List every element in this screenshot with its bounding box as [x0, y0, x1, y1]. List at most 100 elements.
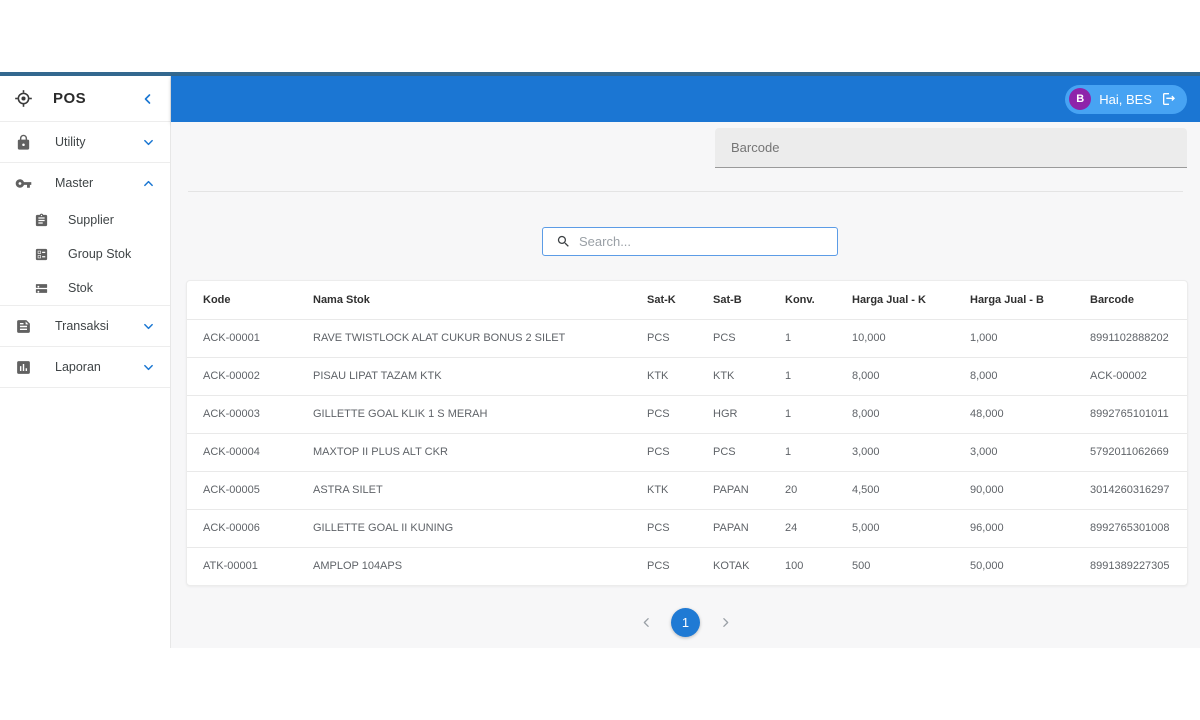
sidebar-nav: Utility Master Supplier Group Stok Stok …: [0, 122, 170, 388]
sidebar-item-laporan[interactable]: Laporan: [0, 347, 170, 387]
sidebar-item-group-stok[interactable]: Group Stok: [0, 237, 170, 271]
table-cell: KTK: [647, 370, 669, 382]
previous-page-button[interactable]: [637, 614, 655, 632]
table-cell: ACK-00006: [203, 522, 260, 534]
page-number-button[interactable]: 1: [671, 608, 700, 637]
table-cell: 500: [852, 560, 871, 573]
sidebar-item-label: Supplier: [68, 213, 114, 227]
divider: [0, 387, 170, 388]
stock-table: Kode Nama Stok Sat-K Sat-B Konv. Harga Jual -…: [187, 281, 1187, 585]
column-header: Harga Jual - K: [852, 293, 926, 306]
sidebar-item-label: Master: [55, 176, 94, 190]
barcode-input[interactable]: [715, 128, 1187, 168]
table-cell: 96,000: [970, 522, 1004, 534]
table-cell: ACK-00005: [203, 484, 260, 496]
table-cell: ACK-00002: [1090, 370, 1147, 382]
table-cell: 48,000: [970, 408, 1004, 420]
column-header: Nama Stok: [313, 293, 370, 306]
sidebar-item-transaksi[interactable]: Transaksi: [0, 306, 170, 346]
sidebar-header: POS: [0, 76, 170, 122]
user-greeting: Hai, BES: [1099, 91, 1152, 107]
table-cell: 8991389227305: [1090, 560, 1170, 573]
sidebar: POS Utility Master Supplier Group Stok S…: [0, 76, 171, 648]
table-cell: ACK-00001: [203, 332, 260, 344]
table-cell: 100: [785, 560, 804, 573]
clipboard-icon: [33, 212, 49, 228]
table-cell: 10,000: [852, 332, 886, 344]
table-row[interactable]: ACK-00005 ASTRA SILET KTK PAPAN 20 4,500 90,00…: [187, 471, 1187, 509]
sidebar-collapse-button[interactable]: [142, 93, 154, 105]
brand-title: POS: [53, 90, 87, 107]
table-cell: PISAU LIPAT TAZAM KTK: [313, 370, 442, 382]
divider: [188, 191, 1183, 192]
table-row[interactable]: ACK-00002 PISAU LIPAT TAZAM KTK KTK KTK 1 8,0…: [187, 357, 1187, 395]
search-box: [542, 227, 838, 256]
avatar: B: [1069, 88, 1092, 110]
table-cell: 90,000: [970, 484, 1004, 496]
app-bar: B Hai, BES: [171, 76, 1200, 122]
table-cell: KOTAK: [713, 560, 750, 573]
table-cell: PCS: [647, 446, 670, 458]
ballot-icon: [33, 246, 49, 262]
stock-table-card: Kode Nama Stok Sat-K Sat-B Konv. Harga Jual -…: [186, 280, 1188, 586]
table-cell: ACK-00004: [203, 446, 260, 458]
search-icon: [557, 235, 569, 247]
sidebar-item-utility[interactable]: Utility: [0, 122, 170, 162]
table-cell: PAPAN: [713, 522, 749, 534]
table-cell: PCS: [713, 332, 736, 344]
table-row[interactable]: ACK-00004 MAXTOP II PLUS ALT CKR PCS PCS 1 3,…: [187, 433, 1187, 471]
table-row[interactable]: ACK-00001 RAVE TWISTLOCK ALAT CUKUR BONUS…: [187, 319, 1187, 357]
table-cell: ACK-00003: [203, 408, 260, 420]
table-cell: 5,000: [852, 522, 880, 534]
page: POS Utility Master Supplier Group Stok S…: [0, 0, 1200, 720]
table-cell: 8,000: [970, 370, 998, 382]
search-input[interactable]: [579, 234, 837, 249]
sidebar-item-stok[interactable]: Stok: [0, 271, 170, 305]
table-cell: KTK: [647, 484, 669, 496]
column-header: Kode: [203, 293, 231, 306]
sidebar-item-label: Group Stok: [68, 247, 132, 261]
column-header: Sat-B: [713, 293, 742, 306]
sidebar-item-supplier[interactable]: Supplier: [0, 203, 170, 237]
table-row[interactable]: ACK-00003 GILLETTE GOAL KLIK 1 S MERAH PCS…: [187, 395, 1187, 433]
table-cell: PCS: [647, 522, 670, 534]
table-cell: 20: [785, 484, 798, 496]
table-cell: 4,500: [852, 484, 880, 496]
table-cell: 3,000: [970, 446, 998, 458]
chevron-down-icon: [143, 137, 154, 148]
column-header: Barcode: [1090, 293, 1135, 306]
column-header: Sat-K: [647, 293, 676, 306]
table-cell: 1: [785, 370, 792, 382]
table-cell: PAPAN: [713, 484, 749, 496]
table-cell: HGR: [713, 408, 738, 420]
table-cell: 3014260316297: [1090, 484, 1170, 496]
table-cell: 1,000: [970, 332, 998, 344]
table-cell: 8,000: [852, 370, 880, 382]
sidebar-item-master[interactable]: Master: [0, 163, 170, 203]
table-cell: PCS: [647, 560, 670, 573]
column-header: Konv.: [785, 293, 815, 306]
barcode-field-wrap: [715, 128, 1187, 168]
chevron-up-icon: [143, 178, 154, 189]
table-row[interactable]: ACK-00006 GILLETTE GOAL II KUNING PCS PAPAN…: [187, 509, 1187, 547]
user-badge[interactable]: B Hai, BES: [1065, 84, 1187, 114]
logout-icon[interactable]: [1161, 91, 1177, 107]
table-cell: 50,000: [970, 560, 1004, 573]
sidebar-item-label: Stok: [68, 281, 94, 295]
chart-icon: [14, 358, 32, 376]
sidebar-item-label: Utility: [55, 135, 86, 149]
table-cell: 24: [785, 522, 798, 534]
table-cell: 8991102888202: [1090, 332, 1169, 344]
pagination: 1: [171, 608, 1200, 637]
table-cell: 8992765301008: [1090, 522, 1170, 534]
table-row[interactable]: ATK-00001 AMPLOP 104APS PCS KOTAK 100 500 50,0…: [187, 547, 1187, 585]
table-header-row: Kode Nama Stok Sat-K Sat-B Konv. Harga Jual -…: [187, 281, 1187, 319]
table-cell: ATK-00001: [203, 560, 258, 573]
target-icon: [14, 89, 33, 108]
next-page-button[interactable]: [716, 614, 734, 632]
chevron-down-icon: [143, 321, 154, 332]
table-cell: 5792011062669: [1090, 446, 1169, 458]
table-cell: 3,000: [852, 446, 880, 458]
table-cell: ACK-00002: [203, 370, 260, 382]
column-header: Harga Jual - B: [970, 293, 1044, 306]
